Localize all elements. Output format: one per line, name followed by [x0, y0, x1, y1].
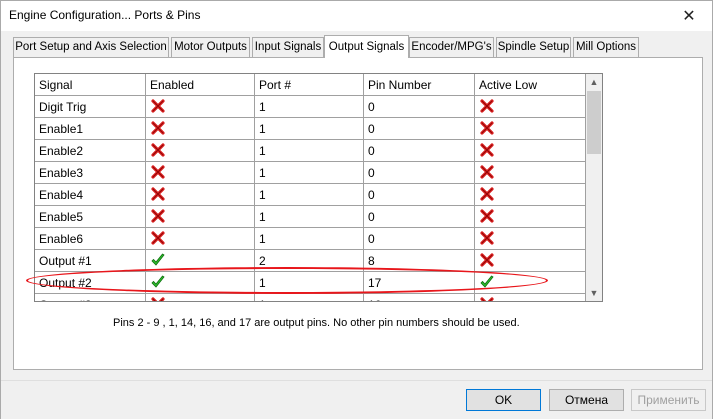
pin-number-cell[interactable]: 0 — [364, 228, 475, 250]
active-low-cell[interactable] — [475, 140, 586, 162]
active-low-cell[interactable] — [475, 294, 586, 301]
column-header-pin-number[interactable]: Pin Number — [364, 74, 475, 96]
port-cell[interactable]: 1 — [255, 140, 364, 162]
cancel-button[interactable]: Отмена — [549, 389, 624, 411]
title-bar: Engine Configuration... Ports & Pins ✕ — [1, 1, 712, 31]
window-title: Engine Configuration... Ports & Pins — [9, 8, 201, 22]
apply-button[interactable]: Применить — [631, 389, 706, 411]
dialog-window: Engine Configuration... Ports & Pins ✕ P… — [0, 0, 713, 419]
port-cell[interactable]: 1 — [255, 206, 364, 228]
signal-name-cell[interactable]: Output #1 — [35, 250, 146, 272]
port-cell[interactable]: 1 — [255, 118, 364, 140]
port-cell[interactable]: 1 — [255, 294, 364, 301]
pin-hint-text: Pins 2 - 9 , 1, 14, 16, and 17 are outpu… — [113, 317, 520, 329]
pin-number-cell[interactable]: 0 — [364, 162, 475, 184]
active-low-cell[interactable] — [475, 162, 586, 184]
pin-number-cell[interactable]: 16 — [364, 294, 475, 301]
column-header-enabled[interactable]: Enabled — [146, 74, 255, 96]
enabled-cell[interactable] — [146, 184, 255, 206]
tab-output-signals[interactable]: Output Signals — [324, 35, 409, 58]
active-low-cell[interactable] — [475, 96, 586, 118]
port-cell[interactable]: 1 — [255, 184, 364, 206]
ok-button[interactable]: OK — [466, 389, 541, 411]
tab-encoder-mpg[interactable]: Encoder/MPG's — [409, 37, 494, 57]
vertical-scrollbar[interactable]: ▲ ▼ — [586, 74, 602, 301]
signal-name-cell[interactable]: Enable2 — [35, 140, 146, 162]
enabled-cell[interactable] — [146, 140, 255, 162]
active-low-cell[interactable] — [475, 184, 586, 206]
port-cell[interactable]: 1 — [255, 162, 364, 184]
scroll-up-icon[interactable]: ▲ — [586, 74, 602, 90]
port-cell[interactable]: 1 — [255, 228, 364, 250]
pin-number-cell[interactable]: 0 — [364, 140, 475, 162]
close-icon[interactable]: ✕ — [666, 1, 712, 31]
pin-number-cell[interactable]: 0 — [364, 184, 475, 206]
enabled-cell[interactable] — [146, 250, 255, 272]
port-cell[interactable]: 2 — [255, 250, 364, 272]
tab-mill-options[interactable]: Mill Options — [573, 37, 639, 57]
column-header-signal[interactable]: Signal — [35, 74, 146, 96]
scroll-down-icon[interactable]: ▼ — [586, 285, 602, 301]
port-cell[interactable]: 1 — [255, 96, 364, 118]
pin-number-cell[interactable]: 0 — [364, 118, 475, 140]
signal-name-cell[interactable]: Digit Trig — [35, 96, 146, 118]
signal-name-cell[interactable]: Enable6 — [35, 228, 146, 250]
signal-name-cell[interactable]: Output #2 — [35, 272, 146, 294]
signal-name-cell[interactable]: Enable3 — [35, 162, 146, 184]
enabled-cell[interactable] — [146, 272, 255, 294]
enabled-cell[interactable] — [146, 96, 255, 118]
signal-name-cell[interactable]: Enable5 — [35, 206, 146, 228]
signal-name-cell[interactable]: Enable4 — [35, 184, 146, 206]
column-header-active-low[interactable]: Active Low — [475, 74, 586, 96]
active-low-cell[interactable] — [475, 228, 586, 250]
enabled-cell[interactable] — [146, 228, 255, 250]
column-header-port[interactable]: Port # — [255, 74, 364, 96]
active-low-cell[interactable] — [475, 206, 586, 228]
tab-motor-outputs[interactable]: Motor Outputs — [171, 37, 250, 57]
port-cell[interactable]: 1 — [255, 272, 364, 294]
tab-port-setup[interactable]: Port Setup and Axis Selection — [13, 37, 169, 57]
signals-grid: Signal Enabled Port # Pin Number Active … — [34, 73, 603, 302]
pin-number-cell[interactable]: 17 — [364, 272, 475, 294]
tab-spindle-setup[interactable]: Spindle Setup — [496, 37, 571, 57]
pin-number-cell[interactable]: 0 — [364, 96, 475, 118]
enabled-cell[interactable] — [146, 206, 255, 228]
enabled-cell[interactable] — [146, 294, 255, 301]
pin-number-cell[interactable]: 8 — [364, 250, 475, 272]
signal-name-cell[interactable]: Enable1 — [35, 118, 146, 140]
active-low-cell[interactable] — [475, 250, 586, 272]
active-low-cell[interactable] — [475, 118, 586, 140]
pin-number-cell[interactable]: 0 — [364, 206, 475, 228]
enabled-cell[interactable] — [146, 118, 255, 140]
enabled-cell[interactable] — [146, 162, 255, 184]
tab-input-signals[interactable]: Input Signals — [252, 37, 324, 57]
active-low-cell[interactable] — [475, 272, 586, 294]
signal-name-cell[interactable]: Output #3 — [35, 294, 146, 301]
scroll-thumb[interactable] — [587, 91, 601, 154]
